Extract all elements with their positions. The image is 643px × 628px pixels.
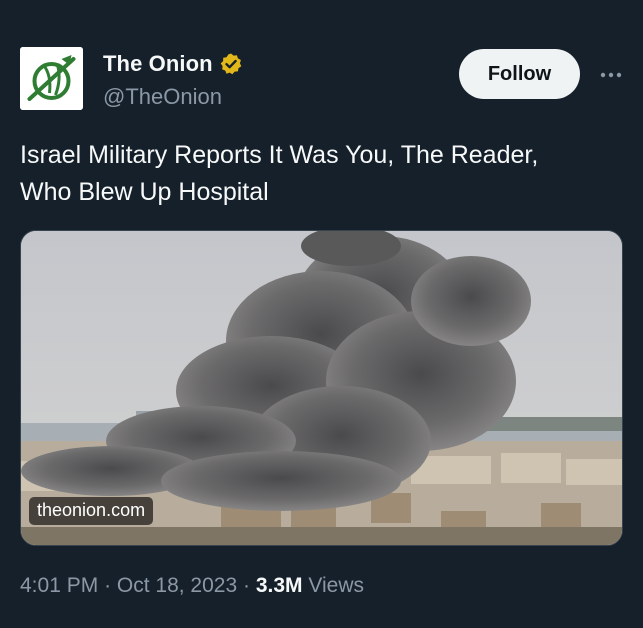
views-count: 3.3M	[255, 574, 303, 597]
tweet-text: Israel Military Reports It Was You, The …	[20, 137, 620, 211]
separator: ·	[243, 574, 250, 597]
tweet-time[interactable]: 4:01 PM	[20, 574, 98, 597]
author-handle[interactable]: @TheOnion	[103, 84, 222, 110]
avatar[interactable]	[20, 47, 83, 110]
follow-button[interactable]: Follow	[459, 49, 580, 99]
separator: ·	[104, 574, 112, 597]
tweet-date[interactable]: Oct 18, 2023	[117, 574, 237, 597]
tweet-text-line: Who Blew Up Hospital	[20, 178, 269, 206]
media-link-badge[interactable]: theonion.com	[29, 497, 154, 525]
tweet-metadata: 4:01 PM · Oct 18, 2023 · 3.3M Views	[20, 574, 364, 598]
onion-logo-icon	[20, 47, 83, 110]
tweet-text-line: Israel Military Reports It Was You, The …	[20, 141, 539, 169]
more-options-button[interactable]	[596, 60, 626, 90]
more-dots-icon	[600, 72, 622, 78]
verified-badge-icon	[219, 52, 243, 76]
author-name[interactable]: The Onion	[103, 51, 213, 77]
views-label: Views	[308, 574, 365, 597]
author-name-row: The Onion	[103, 51, 243, 77]
